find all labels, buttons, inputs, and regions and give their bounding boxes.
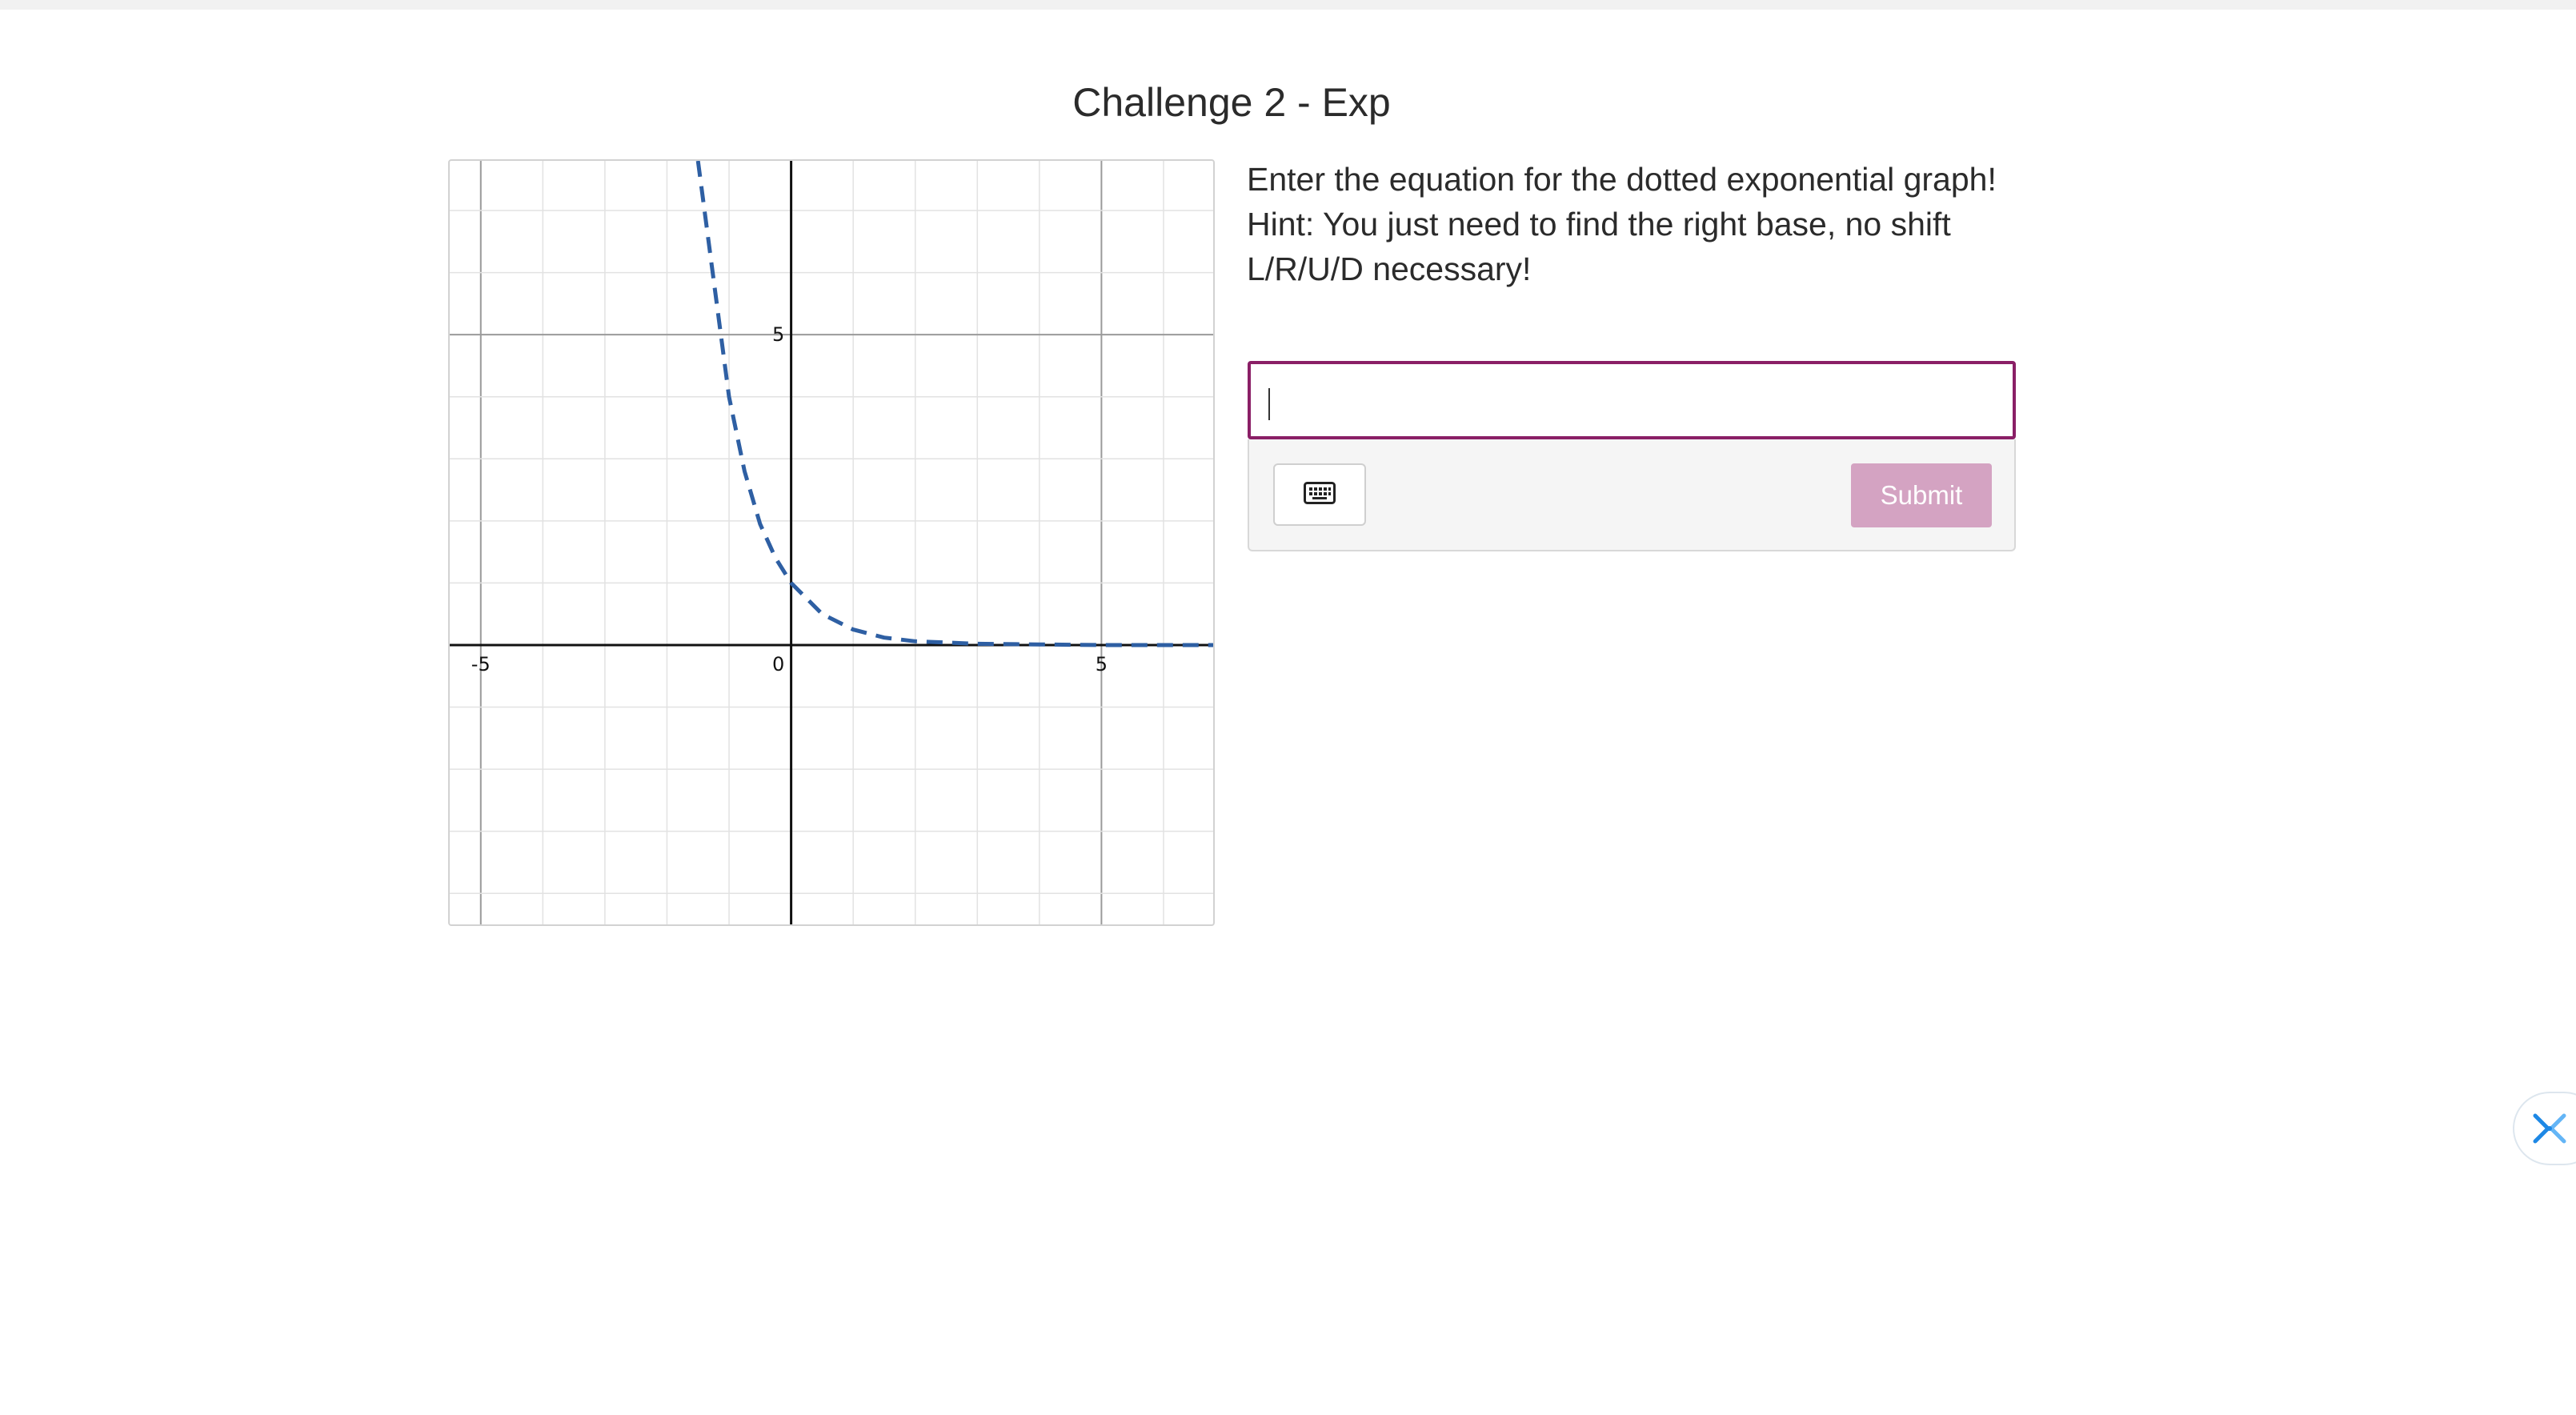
graph-panel: -5 0 5 5 bbox=[448, 159, 1215, 926]
y-tick-label: 5 bbox=[772, 323, 784, 346]
series-line bbox=[695, 161, 1213, 647]
page-title: Challenge 2 - Exp bbox=[1072, 80, 1391, 125]
x-tick-label: 5 bbox=[1096, 653, 1108, 675]
equation-input[interactable] bbox=[1248, 361, 2016, 439]
instructions: Enter the equation for the dotted expone… bbox=[1247, 157, 2031, 291]
keyboard-icon bbox=[1304, 481, 1336, 508]
input-toolbar: Submit bbox=[1248, 439, 2016, 551]
hint-text: Hint: You just need to find the right ba… bbox=[1247, 206, 1951, 287]
x-tick-label: -5 bbox=[471, 653, 491, 675]
text-caret bbox=[1268, 388, 1270, 420]
scissors-icon bbox=[2529, 1108, 2570, 1153]
instruction-text: Enter the equation for the dotted expone… bbox=[1247, 161, 1997, 198]
graph-chart: -5 0 5 5 bbox=[450, 161, 1213, 924]
x-tick-label: 0 bbox=[772, 653, 784, 675]
floating-helper-button[interactable] bbox=[2513, 1092, 2576, 1165]
top-bar bbox=[0, 0, 2576, 10]
keyboard-toggle-button[interactable] bbox=[1273, 463, 1366, 526]
submit-button[interactable]: Submit bbox=[1851, 463, 1992, 527]
